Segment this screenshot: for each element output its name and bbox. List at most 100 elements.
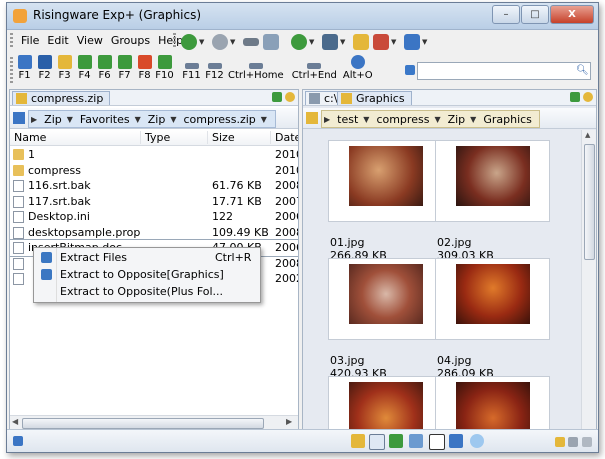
file-row[interactable]: desktopsample.properti... 109.49 KB 2008 — [10, 225, 298, 241]
f10-button[interactable]: F10 — [155, 55, 174, 87]
f11-button[interactable]: F11 — [182, 55, 201, 87]
folder-status-icon[interactable] — [555, 437, 565, 447]
scroll-left-icon[interactable]: ◀ — [12, 417, 18, 426]
column-date[interactable]: Date — [271, 131, 298, 144]
breadcrumb-root-arrow[interactable]: ▶ — [29, 115, 41, 124]
column-size[interactable]: Size — [208, 131, 271, 144]
horizontal-scrollbar[interactable]: ◀ ▶ — [10, 415, 298, 430]
breadcrumb-item[interactable]: compress.zip — [180, 113, 258, 126]
scroll-up-icon[interactable]: ▲ — [585, 131, 590, 139]
breadcrumb-item[interactable]: Favorites — [77, 113, 133, 126]
sync-icon[interactable] — [389, 434, 403, 448]
column-name[interactable]: Name — [10, 131, 141, 144]
ctrl-home-button[interactable]: Ctrl+Home — [228, 55, 284, 87]
f1-button[interactable]: F1 — [15, 55, 34, 87]
file-row[interactable]: 116.srt.bak 61.76 KB 2008 — [10, 178, 298, 194]
history-icon[interactable] — [583, 92, 593, 102]
forward-dropdown-icon[interactable]: ▼ — [230, 38, 237, 46]
navbar-grip[interactable] — [173, 33, 176, 49]
tab-graphics[interactable]: Graphics — [337, 91, 412, 105]
refresh-dropdown-icon[interactable]: ▼ — [309, 38, 316, 46]
f3-button[interactable]: F3 — [55, 55, 74, 87]
breadcrumb-item[interactable]: Zip — [445, 113, 469, 126]
minimize-button[interactable]: – — [492, 5, 520, 24]
context-menu: Extract Files Ctrl+R Extract to Opposite… — [33, 247, 261, 303]
file-icon — [13, 242, 24, 254]
breadcrumb-arrow[interactable]: ▼ — [361, 115, 373, 124]
f2-button[interactable]: F2 — [35, 55, 54, 87]
single-pane-icon[interactable] — [429, 434, 445, 450]
compare-icon[interactable] — [409, 434, 423, 448]
thumbnail-name: 01.jpg — [330, 236, 365, 249]
breadcrumb-arrow[interactable]: ▼ — [259, 115, 271, 124]
back-dropdown-icon[interactable]: ▼ — [199, 38, 206, 46]
lightbulb-icon[interactable] — [470, 434, 484, 448]
breadcrumb-arrow[interactable]: ▼ — [168, 115, 180, 124]
breadcrumb-item[interactable]: test — [334, 113, 361, 126]
breadcrumb-arrow[interactable]: ▼ — [133, 115, 145, 124]
fkeys-grip[interactable] — [10, 57, 13, 83]
refresh-icon[interactable] — [291, 34, 307, 50]
breadcrumb-item[interactable]: Zip — [41, 113, 65, 126]
menu-groups[interactable]: Groups — [107, 32, 154, 52]
menu-file[interactable]: File — [17, 32, 43, 52]
layout-icon[interactable] — [373, 34, 389, 50]
menu-item-extract-files[interactable]: Extract Files Ctrl+R — [34, 249, 260, 266]
scrollbar-thumb[interactable] — [584, 144, 595, 260]
thumbnail-frame — [328, 376, 443, 430]
history-icon[interactable] — [285, 92, 295, 102]
folder-up-icon[interactable] — [353, 34, 369, 50]
dual-pane-icon[interactable] — [449, 434, 463, 448]
menubar-grip[interactable] — [10, 33, 13, 49]
network-status-icon[interactable] — [568, 437, 578, 447]
search-input[interactable] — [417, 62, 591, 80]
breadcrumb-item[interactable]: Graphics — [480, 113, 535, 126]
f4-button[interactable]: F4 — [75, 55, 94, 87]
menu-edit[interactable]: Edit — [43, 32, 72, 52]
camera-icon[interactable] — [322, 34, 338, 50]
view-dropdown-icon[interactable]: ▼ — [422, 38, 429, 46]
breadcrumb-item[interactable]: compress — [373, 113, 432, 126]
camera-dropdown-icon[interactable]: ▼ — [340, 38, 347, 46]
layout-dropdown-icon[interactable]: ▼ — [391, 38, 398, 46]
menu-item-extract-opposite[interactable]: Extract to Opposite[Graphics] — [34, 266, 260, 283]
status-info-icon[interactable] — [13, 436, 23, 446]
forward-icon[interactable] — [212, 34, 228, 50]
f8-button[interactable]: F8 — [135, 55, 154, 87]
search-scope-icon[interactable] — [405, 65, 415, 75]
f6-button[interactable]: F6 — [95, 55, 114, 87]
breadcrumb-arrow[interactable]: ▼ — [65, 115, 77, 124]
f12-button[interactable]: F12 — [205, 55, 224, 87]
file-row[interactable]: 117.srt.bak 17.71 KB 2007 — [10, 194, 298, 210]
network-icon[interactable] — [263, 34, 279, 50]
resize-grip-icon[interactable] — [582, 437, 592, 447]
menu-view[interactable]: View — [73, 32, 107, 52]
breadcrumb-root-arrow[interactable]: ▶ — [322, 115, 334, 124]
file-row[interactable]: 1 2010 — [10, 147, 298, 163]
file-row[interactable]: Desktop.ini 122 2006 — [10, 209, 298, 225]
add-tab-icon[interactable] — [272, 92, 282, 102]
scrollbar-thumb[interactable] — [22, 418, 264, 429]
title-bar[interactable]: Risingware Exp+ (Graphics) – □ X — [7, 3, 598, 30]
vertical-scrollbar[interactable]: ▲ — [581, 130, 596, 430]
details-view-icon[interactable] — [369, 434, 385, 450]
breadcrumb-arrow[interactable]: ▼ — [432, 115, 444, 124]
search-icon[interactable]: 🔍︎ — [576, 65, 589, 76]
file-row[interactable]: compress 2010 — [10, 163, 298, 179]
menu-item-extract-opposite-plus-folder[interactable]: Extract to Opposite(Plus Fol... — [34, 283, 260, 300]
tab-compress-zip[interactable]: compress.zip — [12, 91, 111, 105]
add-tab-icon[interactable] — [570, 92, 580, 102]
column-type[interactable]: Type — [141, 131, 208, 144]
breadcrumb-arrow[interactable]: ▼ — [468, 115, 480, 124]
scroll-right-icon[interactable]: ▶ — [286, 417, 292, 426]
view-icon[interactable] — [404, 34, 420, 50]
lightning-icon[interactable] — [351, 434, 365, 448]
ctrl-end-button[interactable]: Ctrl+End — [292, 55, 337, 87]
breadcrumb-item[interactable]: Zip — [145, 113, 169, 126]
drive-icon[interactable] — [243, 38, 259, 46]
back-icon[interactable] — [181, 34, 197, 50]
maximize-button[interactable]: □ — [521, 5, 549, 24]
alt-o-button[interactable]: Alt+O — [343, 55, 373, 87]
f7-button[interactable]: F7 — [115, 55, 134, 87]
close-button[interactable]: X — [550, 5, 594, 24]
